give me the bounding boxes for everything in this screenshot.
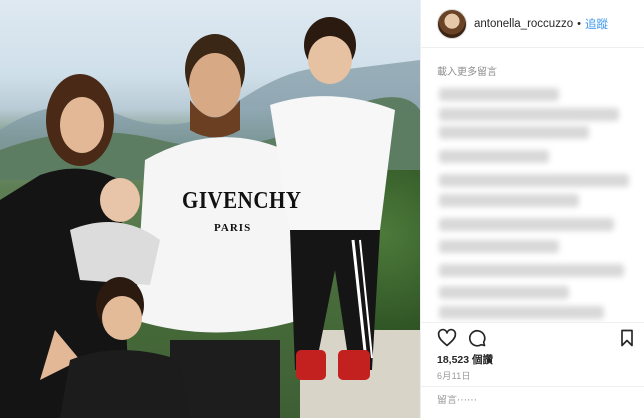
blurred-comments (421, 82, 644, 322)
likes-count[interactable]: 18,523 個讚 (437, 352, 493, 367)
blurred-comment-line (439, 306, 604, 319)
load-more-comments-link[interactable]: 載入更多留言 (437, 63, 497, 78)
blurred-comment-line (439, 264, 624, 277)
post-side-panel: antonella_roccuzzo • 追蹤 載入更多留言 18,523 個讚… (420, 0, 644, 418)
blurred-comment-line (439, 126, 589, 139)
shirt-city-text: PARIS (214, 222, 252, 234)
action-icons (437, 328, 637, 350)
actions-divider (421, 322, 644, 323)
blurred-comment-line (439, 218, 614, 231)
username-link[interactable]: antonella_roccuzzo (474, 18, 573, 30)
blurred-comment-line (439, 240, 559, 253)
likes-number: 18,523 (437, 354, 470, 366)
bookmark-icon[interactable] (617, 328, 637, 348)
blurred-comment-line (439, 174, 629, 187)
avatar[interactable] (437, 8, 467, 39)
comment-box (421, 386, 644, 418)
post-photo[interactable]: GIVENCHY PARIS (0, 0, 420, 418)
likes-unit: 個讚 (472, 354, 494, 366)
follow-button[interactable]: 追蹤 (585, 16, 608, 32)
shirt-brand-text: GIVENCHY (182, 186, 302, 214)
post-header: antonella_roccuzzo • 追蹤 (421, 0, 644, 48)
heart-icon[interactable] (437, 328, 457, 348)
blurred-comment-line (439, 286, 569, 299)
comment-input[interactable] (437, 395, 633, 406)
blurred-comment-line (439, 150, 549, 163)
header-separator: • (577, 17, 581, 30)
blurred-comment-line (439, 108, 619, 121)
post-date[interactable]: 6月11日 (437, 369, 471, 382)
blurred-comment-line (439, 194, 579, 207)
blurred-comment-line (439, 88, 559, 101)
comment-icon[interactable] (467, 328, 487, 348)
instagram-post: GIVENCHY PARIS antonella_roccuzzo • 追蹤 載… (0, 0, 644, 418)
